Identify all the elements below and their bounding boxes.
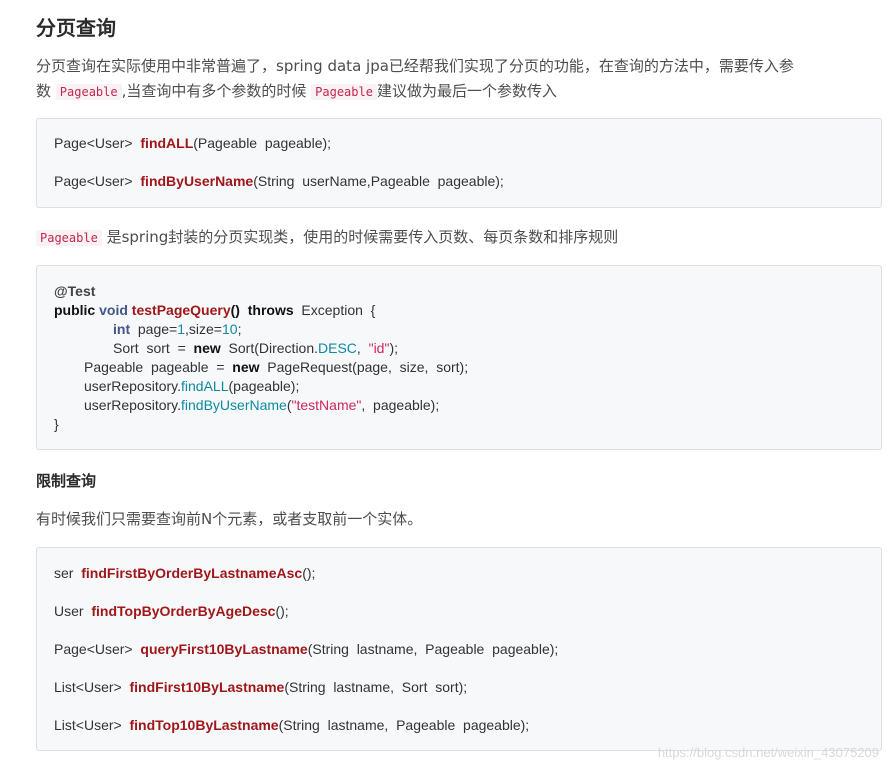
code-line: ser findFirstByOrderByLastnameAsc(); [54,565,316,581]
code-block-limit-methods[interactable]: ser findFirstByOrderByLastnameAsc(); Use… [36,547,882,751]
intro-text-1: 分页查询在实际使用中非常普遍了，spring data jpa已经帮我们实现了分… [36,57,794,75]
code-line: User findTopByOrderByAgeDesc(); [54,603,289,619]
section-title-limit-query: 限制查询 [36,472,97,490]
inline-code-pageable: Pageable [311,84,377,100]
intro-text-2b: ,当查询中有多个参数的时候 [121,82,307,100]
code-line: Page<User> findByUserName(String userNam… [54,173,504,189]
code-line: Sort sort = new Sort(Direction.DESC, "id… [113,340,398,356]
code-line: } [54,416,59,432]
code-line: List<User> findFirst10ByLastname(String … [54,679,468,695]
watermark: https://blog.csdn.net/weixin_43075209 [657,745,879,760]
code-line: Page<User> findALL(Pageable pageable); [54,135,332,151]
code-line: @Test [54,283,96,299]
pageable-description: Pageable 是spring封装的分页实现类，使用的时候需要传入页数、每页条… [36,225,856,251]
code-line: userRepository.findALL(pageable); [84,378,300,394]
code-line: userRepository.findByUserName("testName"… [84,397,440,413]
limit-query-text: 有时候我们只需要查询前N个元素，或者支取前一个实体。 [36,510,423,528]
code-line: Pageable pageable = new PageRequest(page… [84,359,469,375]
code-line: Page<User> queryFirst10ByLastname(String… [54,641,559,657]
inline-code-pageable: Pageable [55,84,122,100]
paging-intro: 分页查询在实际使用中非常普遍了，spring data jpa已经帮我们实现了分… [36,54,856,105]
pageable-description-text: 是spring封装的分页实现类，使用的时候需要传入页数、每页条数和排序规则 [101,228,619,246]
code-block-test[interactable]: @Test public void testPageQuery() throws… [36,265,882,450]
section-title-paging: 分页查询 [36,18,116,40]
code-line: public void testPageQuery() throws Excep… [54,302,376,318]
inline-code-pageable: Pageable [36,230,102,246]
intro-text-2c: 建议做为最后一个参数传入 [376,82,557,100]
code-line: int page=1,size=10; [113,321,242,337]
code-block-paging-methods[interactable]: Page<User> findALL(Pageable pageable); P… [36,118,882,208]
code-line: List<User> findTop10ByLastname(String la… [54,717,530,733]
intro-text-2a: 数 [36,82,52,100]
